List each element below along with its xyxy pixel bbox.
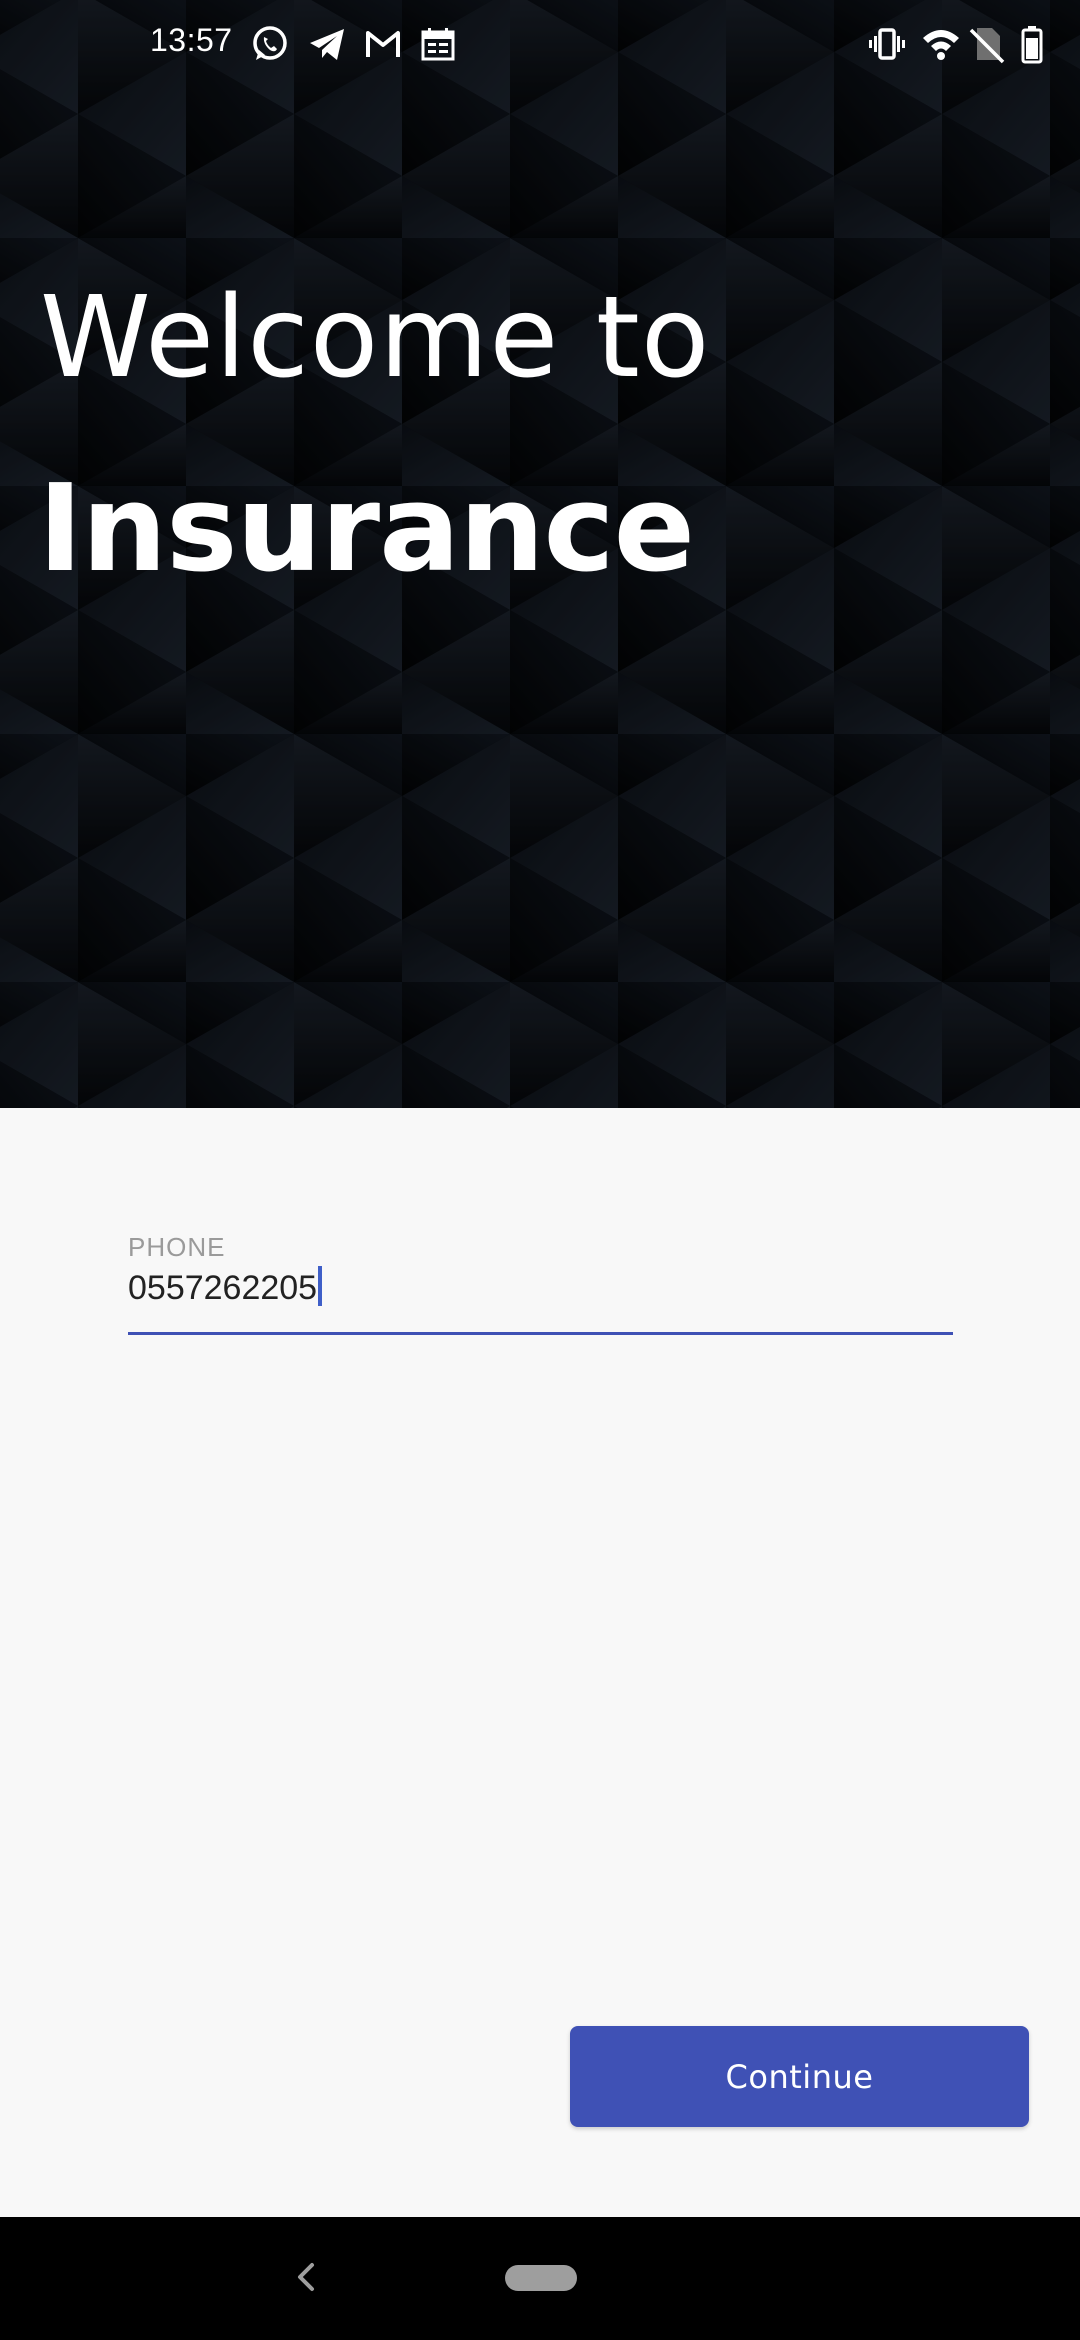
- no-sim-icon: [969, 28, 1005, 64]
- brand-heading: Insurance: [38, 460, 695, 599]
- status-bar: 13:57: [0, 0, 1080, 84]
- phone-field[interactable]: PHONE 0557262205: [128, 1226, 953, 1336]
- vibrate-icon: [869, 28, 905, 60]
- phone-input-value: 0557262205: [128, 1269, 318, 1307]
- welcome-heading: Welcome to: [40, 273, 711, 403]
- phone-field-underline: [128, 1332, 953, 1335]
- home-pill-button[interactable]: [505, 2265, 577, 2291]
- navigation-bar: [0, 2217, 1080, 2340]
- hero-banner: 13:57 Welcome to Insurance: [0, 0, 1080, 1108]
- phone-label: PHONE: [128, 1232, 226, 1262]
- wifi-icon: [923, 30, 959, 60]
- battery-icon: [1021, 26, 1043, 64]
- back-icon[interactable]: [290, 2257, 320, 2297]
- phone-input[interactable]: 0557262205: [128, 1266, 323, 1308]
- calendar-icon: [421, 28, 455, 61]
- status-time: 13:57: [150, 22, 233, 58]
- telegram-icon: [310, 29, 344, 60]
- gmail-icon: [366, 31, 400, 57]
- continue-button[interactable]: Continue: [570, 2026, 1029, 2127]
- whatsapp-icon: [253, 26, 287, 60]
- text-cursor: [318, 1266, 323, 1306]
